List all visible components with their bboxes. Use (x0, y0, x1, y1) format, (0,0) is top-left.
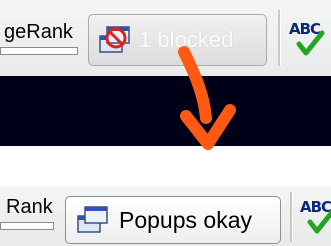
pagerank-bar (0, 47, 78, 55)
pagerank-label: Rank (6, 196, 53, 218)
popup-allowed-button[interactable]: Popups okay (65, 196, 281, 244)
spellcheck-icon[interactable]: ABC (289, 20, 329, 60)
popup-allowed-label: Popups okay (119, 206, 252, 233)
toolbar-separator (290, 192, 293, 242)
popup-blocked-icon (97, 24, 131, 56)
pagerank-bar (0, 222, 54, 230)
down-arrow-icon (178, 46, 236, 150)
toolbar-after: Rank Popups okay ABC (0, 186, 331, 246)
toolbar-separator (278, 10, 281, 66)
spellcheck-icon[interactable]: ABC (300, 198, 331, 238)
popup-windows-icon (75, 204, 109, 236)
pagerank-label: geRank (4, 21, 73, 43)
